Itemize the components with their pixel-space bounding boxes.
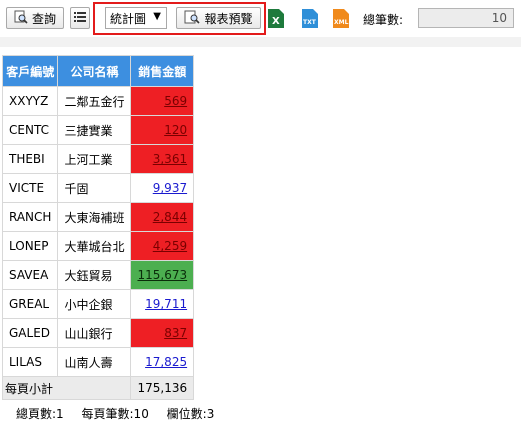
sales-amount-cell: 9,937 [130, 173, 195, 203]
table-row[interactable]: LONEP 大華城台北 4,259 [1, 231, 195, 261]
toolbar: 查詢 統計圖 ▼ 報表預覽 X TXT XML 總筆數: 10 [0, 0, 521, 47]
customer-id-cell: THEBI [1, 144, 59, 174]
preview-icon [184, 10, 201, 27]
table-row[interactable]: XXYYZ 二鄰五金行 569 [1, 86, 195, 116]
status-footer: 總頁數:1 每頁筆數:10 欄位數:3 [16, 405, 228, 422]
sales-amount-link[interactable]: 569 [164, 94, 187, 108]
total-count-label: 總筆數: [363, 13, 404, 27]
table-header-row: 客戶編號 公司名稱 銷售金額 [1, 55, 195, 87]
report-preview-button[interactable]: 報表預覽 [176, 7, 261, 29]
sales-amount-link[interactable]: 4,259 [153, 239, 187, 253]
toolbar-divider [0, 37, 521, 47]
table-row[interactable]: LILAS 山南人壽 17,825 [1, 347, 195, 377]
customer-id-cell: SAVEA [1, 260, 59, 290]
customer-id-cell: RANCH [1, 202, 59, 232]
company-name-cell: 千固 [57, 173, 132, 203]
chevron-down-icon: ▼ [153, 11, 161, 22]
sales-amount-cell: 120 [130, 115, 195, 145]
sales-amount-cell: 2,844 [130, 202, 195, 232]
header-company-name[interactable]: 公司名稱 [57, 55, 132, 87]
sales-amount-cell: 569 [130, 86, 195, 116]
subtotal-row: 每頁小計 175,136 [1, 376, 195, 400]
customer-id-cell: VICTE [1, 173, 59, 203]
sales-amount-cell: 19,711 [130, 289, 195, 319]
query-button[interactable]: 查詢 [6, 7, 64, 29]
company-name-cell: 山南人壽 [57, 347, 132, 377]
table-row[interactable]: THEBI 上河工業 3,361 [1, 144, 195, 174]
sales-amount-link[interactable]: 120 [164, 123, 187, 137]
customer-id-cell: CENTC [1, 115, 59, 145]
company-name-cell: 上河工業 [57, 144, 132, 174]
sales-amount-cell: 115,673 [130, 260, 195, 290]
table-row[interactable]: GALED 山山銀行 837 [1, 318, 195, 348]
company-name-cell: 三捷實業 [57, 115, 132, 145]
table-row[interactable]: RANCH 大東海補班 2,844 [1, 202, 195, 232]
sales-amount-cell: 17,825 [130, 347, 195, 377]
search-icon [14, 10, 28, 27]
total-pages-text: 總頁數:1 [16, 407, 64, 421]
subtotal-value: 175,136 [130, 376, 195, 400]
total-count-field: 10 [418, 8, 514, 28]
subtotal-label: 每頁小計 [1, 376, 132, 400]
chart-select-value: 統計圖 [110, 11, 147, 26]
sales-amount-link[interactable]: 17,825 [145, 355, 187, 369]
query-button-label: 查詢 [31, 11, 56, 26]
xml-export-icon[interactable]: XML [333, 9, 349, 28]
company-name-cell: 大華城台北 [57, 231, 132, 261]
company-name-cell: 小中企銀 [57, 289, 132, 319]
table-row[interactable]: SAVEA 大鈺貿易 115,673 [1, 260, 195, 290]
table-body: XXYYZ 二鄰五金行 569 CENTC 三捷實業 120 THEBI 上河工業 3,361 V… [1, 86, 195, 377]
company-name-cell: 山山銀行 [57, 318, 132, 348]
company-name-cell: 二鄰五金行 [57, 86, 132, 116]
customer-id-cell: LONEP [1, 231, 59, 261]
column-count-text: 欄位數:3 [166, 407, 215, 421]
header-sales-amount[interactable]: 銷售金額 [130, 55, 195, 87]
customer-id-cell: LILAS [1, 347, 59, 377]
report-preview-label: 報表預覽 [204, 11, 253, 26]
table-row[interactable]: VICTE 千固 9,937 [1, 173, 195, 203]
customer-id-cell: GALED [1, 318, 59, 348]
txt-export-icon[interactable]: TXT [302, 9, 318, 28]
customer-id-cell: XXYYZ [1, 86, 59, 116]
header-customer-id[interactable]: 客戶編號 [1, 55, 59, 87]
sales-amount-link[interactable]: 2,844 [153, 210, 187, 224]
sales-amount-cell: 4,259 [130, 231, 195, 261]
sales-amount-link[interactable]: 837 [164, 326, 187, 340]
list-view-button[interactable] [70, 7, 90, 29]
sales-table: 客戶編號 公司名稱 銷售金額 XXYYZ 二鄰五金行 569 CENTC 三捷實業 120… [1, 55, 195, 400]
table-row[interactable]: GREAL 小中企銀 19,711 [1, 289, 195, 319]
list-icon [73, 10, 87, 27]
sales-amount-cell: 3,361 [130, 144, 195, 174]
sales-amount-cell: 837 [130, 318, 195, 348]
page-size-text: 每頁筆數:10 [81, 407, 149, 421]
company-name-cell: 大鈺貿易 [57, 260, 132, 290]
sales-amount-link[interactable]: 19,711 [145, 297, 187, 311]
sales-amount-link[interactable]: 3,361 [153, 152, 187, 166]
company-name-cell: 大東海補班 [57, 202, 132, 232]
sales-amount-link[interactable]: 115,673 [137, 268, 187, 282]
chart-select[interactable]: 統計圖 ▼ [105, 7, 167, 29]
table-row[interactable]: CENTC 三捷實業 120 [1, 115, 195, 145]
customer-id-cell: GREAL [1, 289, 59, 319]
excel-export-icon[interactable]: X [268, 9, 284, 28]
sales-amount-link[interactable]: 9,937 [153, 181, 187, 195]
